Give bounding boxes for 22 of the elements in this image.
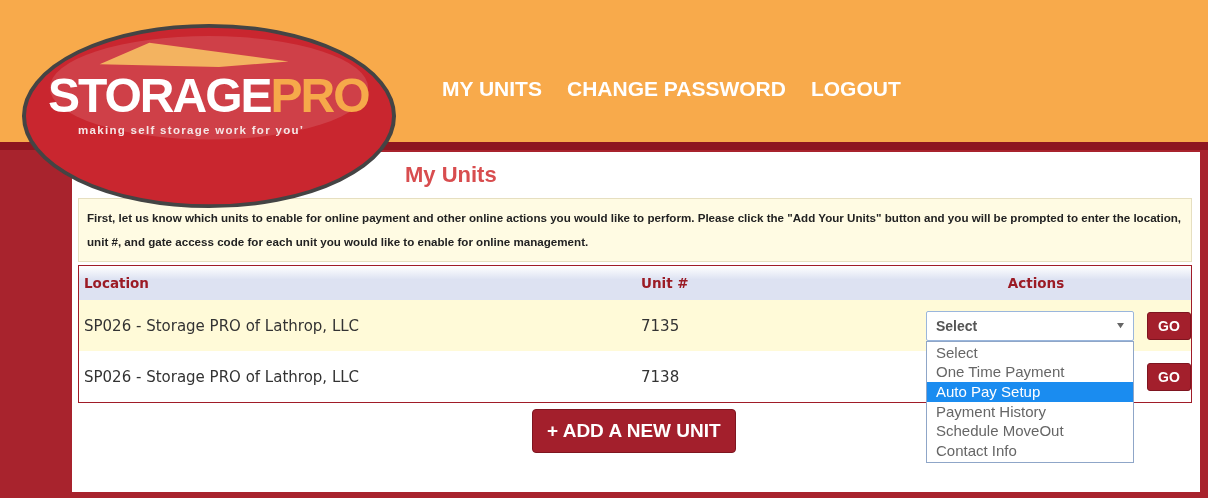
table-cell-text: SP026 - Storage PRO of Lathrop, LLC — [83, 316, 361, 335]
dropdown-option[interactable]: Contact Info — [927, 441, 1133, 461]
dropdown-option[interactable]: One Time Payment — [927, 362, 1133, 382]
go-button[interactable]: GO — [1147, 362, 1191, 391]
dropdown-option[interactable]: Schedule MoveOut — [927, 421, 1133, 441]
notice-text: First, let us know which units to enable for online payment and other online actions you would like to perform. Please click the "Add Your Units" button and you will be prompted to enter the location, unit #, and gate access code for each unit you would like to enable for online management. — [78, 198, 1192, 262]
dropdown-option[interactable]: Auto Pay Setup — [927, 381, 1133, 402]
dropdown-option[interactable]: Select — [927, 342, 1133, 363]
logo-wordmark: STORAGEPRO — [48, 72, 369, 120]
logo-tagline: making self storage work for you’ — [78, 124, 305, 136]
table-cell-text: 7135 — [641, 316, 681, 335]
column-header: Location — [83, 275, 150, 291]
table-cell-text: SP026 - Storage PRO of Lathrop, LLC — [83, 367, 361, 386]
table-cell-text: 7138 — [641, 367, 681, 386]
caret-icon — [1116, 322, 1125, 329]
page-title: My Units — [405, 162, 498, 188]
dropdown-option[interactable]: Payment History — [927, 401, 1133, 422]
go-button[interactable]: GO — [1147, 311, 1191, 340]
column-header: Actions — [1006, 275, 1066, 291]
column-header: Unit # — [641, 275, 690, 291]
add-unit-button[interactable]: + ADD A NEW UNIT — [532, 409, 736, 453]
action-select[interactable]: Select — [926, 310, 1134, 341]
